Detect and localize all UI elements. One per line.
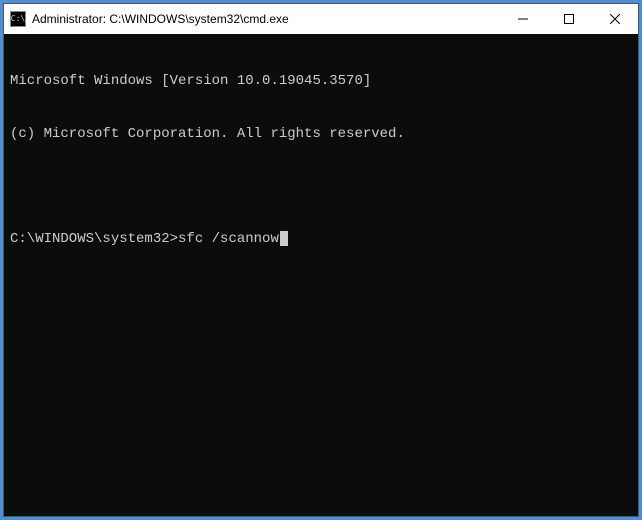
- cmd-icon: C:\: [10, 11, 26, 27]
- maximize-button[interactable]: [546, 4, 592, 34]
- terminal-blank-line: [10, 178, 632, 196]
- terminal-output-line: (c) Microsoft Corporation. All rights re…: [10, 126, 632, 144]
- window-title: Administrator: C:\WINDOWS\system32\cmd.e…: [32, 12, 500, 26]
- terminal-output-line: Microsoft Windows [Version 10.0.19045.35…: [10, 73, 632, 91]
- close-icon: [610, 14, 620, 24]
- minimize-button[interactable]: [500, 4, 546, 34]
- terminal-prompt-line: C:\WINDOWS\system32>sfc /scannow: [10, 231, 632, 249]
- titlebar[interactable]: C:\ Administrator: C:\WINDOWS\system32\c…: [4, 4, 638, 34]
- terminal-area[interactable]: Microsoft Windows [Version 10.0.19045.35…: [4, 34, 638, 516]
- minimize-icon: [518, 14, 528, 24]
- cmd-window: C:\ Administrator: C:\WINDOWS\system32\c…: [3, 3, 639, 517]
- close-button[interactable]: [592, 4, 638, 34]
- window-controls: [500, 4, 638, 34]
- maximize-icon: [564, 14, 574, 24]
- terminal-cursor: [280, 231, 288, 246]
- terminal-prompt: C:\WINDOWS\system32>: [10, 231, 178, 249]
- terminal-command[interactable]: sfc /scannow: [178, 231, 279, 249]
